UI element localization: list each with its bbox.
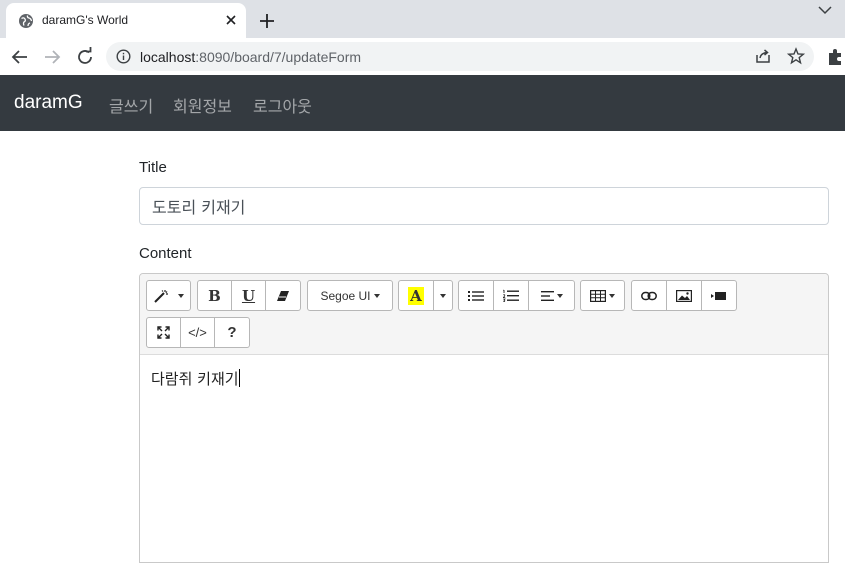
title-input[interactable] <box>139 187 829 225</box>
editor-toolbar: B U Segoe UI A </> ? <box>140 274 828 355</box>
site-navbar: daramG 글쓰기 회원정보 로그아웃 <box>0 75 845 131</box>
content-label: Content <box>139 245 192 262</box>
url-path: :8090/board/7/updateForm <box>195 49 362 65</box>
share-icon[interactable] <box>754 47 772 65</box>
code-icon: </> <box>188 325 207 340</box>
extensions-puzzle-icon[interactable] <box>826 47 845 66</box>
caret-icon <box>440 293 446 298</box>
back-arrow-icon[interactable] <box>9 46 31 68</box>
expand-arrows-icon <box>157 326 170 339</box>
ordered-list-button[interactable] <box>493 280 529 311</box>
tab-title: daramG's World <box>42 13 129 27</box>
fullscreen-button[interactable] <box>146 317 181 348</box>
table-icon <box>590 289 606 302</box>
url-text: localhost:8090/board/7/updateForm <box>140 49 361 65</box>
reload-icon[interactable] <box>74 46 96 68</box>
nav-link-logout[interactable]: 로그아웃 <box>253 93 312 117</box>
summernote-editor: B U Segoe UI A </> ? 다람쥐 키재기 <box>139 273 829 563</box>
highlight-color-button[interactable]: A <box>398 280 434 311</box>
clear-format-button[interactable] <box>265 280 301 311</box>
content-editable-area[interactable]: 다람쥐 키재기 <box>140 356 828 562</box>
paragraph-align-dropdown[interactable] <box>528 280 575 311</box>
table-dropdown-button[interactable] <box>580 280 625 311</box>
new-tab-icon[interactable] <box>256 10 278 32</box>
caret-icon <box>373 293 380 298</box>
content-text: 다람쥐 키재기 <box>151 370 239 388</box>
globe-icon <box>19 14 33 28</box>
bold-button[interactable]: B <box>197 280 232 311</box>
bullet-list-icon <box>468 290 484 301</box>
text-color-icon: A <box>408 286 424 305</box>
insert-picture-button[interactable] <box>666 280 702 311</box>
chevron-down-icon[interactable] <box>816 3 834 17</box>
style-dropdown-button[interactable] <box>146 280 191 311</box>
nav-link-write[interactable]: 글쓰기 <box>109 93 153 117</box>
address-bar[interactable]: localhost:8090/board/7/updateForm <box>106 42 814 71</box>
help-button[interactable]: ? <box>214 317 250 348</box>
question-icon: ? <box>227 324 237 341</box>
eraser-icon <box>277 290 289 301</box>
star-icon[interactable] <box>787 47 805 65</box>
caret-icon <box>556 293 563 298</box>
code-view-button[interactable]: </> <box>180 317 215 348</box>
video-icon <box>711 291 726 300</box>
color-dropdown-toggle[interactable] <box>433 280 453 311</box>
underline-button[interactable]: U <box>231 280 266 311</box>
browser-toolbar: localhost:8090/board/7/updateForm <box>0 38 845 75</box>
insert-video-button[interactable] <box>701 280 737 311</box>
magic-wand-icon <box>154 289 168 303</box>
title-label: Title <box>139 159 167 176</box>
browser-tab[interactable]: daramG's World <box>6 3 246 38</box>
url-host: localhost <box>140 49 196 65</box>
brand-logo[interactable]: daramG <box>14 92 83 114</box>
caret-icon <box>178 293 184 298</box>
text-cursor <box>238 369 240 387</box>
caret-icon <box>609 293 615 298</box>
nav-link-user-info[interactable]: 회원정보 <box>173 93 232 117</box>
underline-icon: U <box>241 286 256 305</box>
align-left-icon <box>540 290 554 301</box>
insert-link-button[interactable] <box>631 280 667 311</box>
close-icon[interactable] <box>222 11 240 29</box>
font-name-label: Segoe UI <box>320 288 371 303</box>
unordered-list-button[interactable] <box>458 280 494 311</box>
link-icon <box>641 291 657 300</box>
browser-tabstrip: daramG's World <box>0 0 845 38</box>
font-name-dropdown[interactable]: Segoe UI <box>307 280 393 311</box>
forward-arrow-icon[interactable] <box>41 46 63 68</box>
bold-icon: B <box>208 286 221 305</box>
picture-icon <box>676 289 692 302</box>
info-icon[interactable] <box>116 49 131 64</box>
numbered-list-icon <box>503 289 519 302</box>
